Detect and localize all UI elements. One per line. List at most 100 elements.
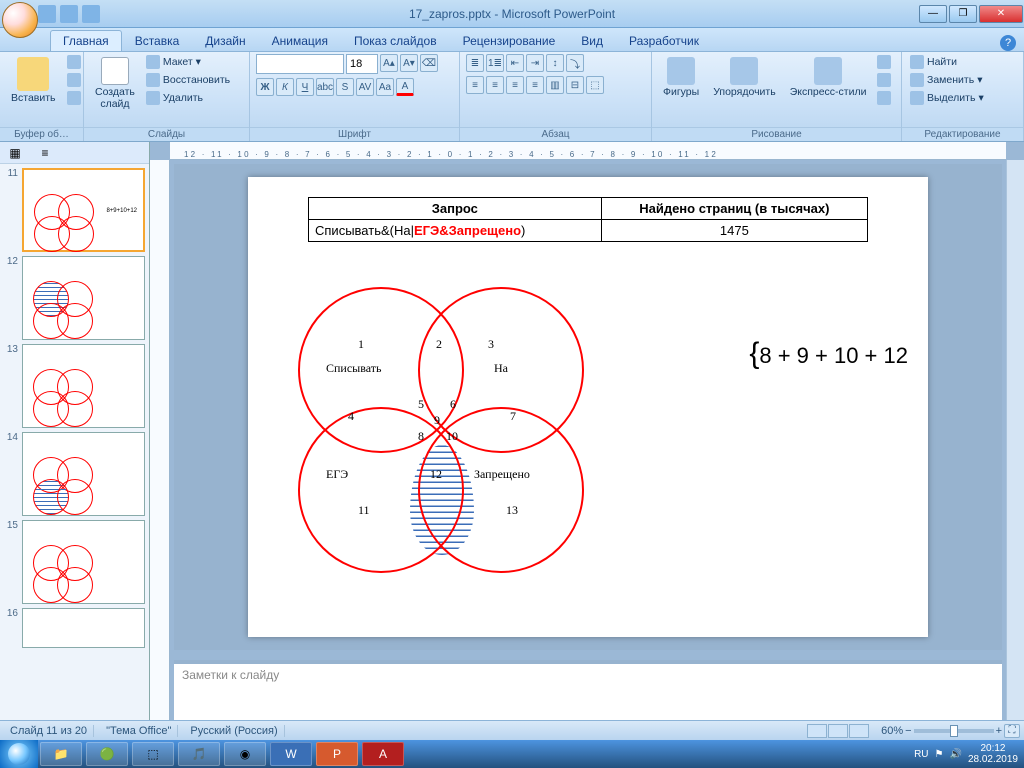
task-chrome-icon[interactable]: ◉ <box>224 742 266 766</box>
slide-editor[interactable]: ЗапросНайдено страниц (в тысячах) Списыв… <box>248 177 928 637</box>
zoom-in-icon[interactable]: + <box>996 725 1002 737</box>
tray-volume-icon[interactable]: 🔊 <box>949 749 961 760</box>
office-button[interactable] <box>2 2 38 38</box>
task-pdf-icon[interactable]: A <box>362 742 404 766</box>
columns-icon[interactable]: ▥ <box>546 76 564 94</box>
redo-icon[interactable] <box>82 5 100 23</box>
task-360-icon[interactable]: 🟢 <box>86 742 128 766</box>
tray-lang[interactable]: RU <box>914 749 928 760</box>
thumb-slide-12[interactable] <box>22 256 145 340</box>
strike-button[interactable]: abc <box>316 78 334 96</box>
set-a-label: Списывать <box>326 361 381 376</box>
smartart-icon[interactable]: ⬚ <box>586 76 604 94</box>
save-icon[interactable] <box>38 5 56 23</box>
shape-outline-icon[interactable] <box>875 72 893 88</box>
shrink-font-icon[interactable]: A▾ <box>400 54 418 72</box>
thumb-slide-14[interactable] <box>22 432 145 516</box>
font-color-icon[interactable]: A <box>396 78 414 96</box>
font-name-input[interactable] <box>256 54 344 74</box>
thumb-slide-13[interactable] <box>22 344 145 428</box>
bold-button[interactable]: Ж <box>256 78 274 96</box>
shape-fill-icon[interactable] <box>875 54 893 70</box>
thumb-slide-16[interactable] <box>22 608 145 648</box>
region-11: 11 <box>358 503 370 518</box>
align-right-icon[interactable]: ≡ <box>506 76 524 94</box>
shape-effects-icon[interactable] <box>875 90 893 106</box>
delete-slide-button[interactable]: Удалить <box>144 90 232 106</box>
task-music-icon[interactable]: 🎵 <box>178 742 220 766</box>
arrange-button[interactable]: Упорядочить <box>708 54 780 102</box>
reset-button[interactable]: Восстановить <box>144 72 232 88</box>
task-powerpoint-icon[interactable]: P <box>316 742 358 766</box>
window-title: 17_zapros.pptx - Microsoft PowerPoint <box>409 7 615 21</box>
copy-button[interactable] <box>65 72 83 88</box>
vertical-scrollbar[interactable] <box>1006 160 1024 720</box>
tab-design[interactable]: Дизайн <box>192 30 258 51</box>
indent-dec-icon[interactable]: ⇤ <box>506 54 524 72</box>
text-direction-icon[interactable]: ⤵ <box>566 54 584 72</box>
fit-zoom-icon[interactable]: ⛶ <box>1004 724 1020 738</box>
layout-button[interactable]: Макет ▾ <box>144 54 232 70</box>
tray-flag-icon[interactable]: ⚑ <box>935 749 944 760</box>
tab-home[interactable]: Главная <box>50 30 122 51</box>
undo-icon[interactable] <box>60 5 78 23</box>
task-explorer-icon[interactable]: 📁 <box>40 742 82 766</box>
cut-button[interactable] <box>65 54 83 70</box>
region-6: 6 <box>450 397 456 412</box>
underline-button[interactable]: Ч <box>296 78 314 96</box>
indent-inc-icon[interactable]: ⇥ <box>526 54 544 72</box>
new-slide-button[interactable]: Создать слайд <box>90 54 140 113</box>
tab-insert[interactable]: Вставка <box>122 30 193 51</box>
thumb-slide-11[interactable]: 8+9+10+12 <box>22 168 145 252</box>
zoom-out-icon[interactable]: − <box>905 725 911 737</box>
tab-review[interactable]: Рецензирование <box>450 30 569 51</box>
change-case-icon[interactable]: Aa <box>376 78 394 96</box>
numbering-icon[interactable]: 1≣ <box>486 54 504 72</box>
zoom-slider[interactable] <box>914 729 994 733</box>
maximize-button[interactable]: ❐ <box>949 5 977 23</box>
thumb-number: 11 <box>4 168 18 252</box>
shadow-button[interactable]: S <box>336 78 354 96</box>
char-spacing-icon[interactable]: AV <box>356 78 374 96</box>
bullets-icon[interactable]: ≣ <box>466 54 484 72</box>
group-editing-label: Редактирование <box>902 127 1023 141</box>
notes-pane[interactable]: Заметки к слайду <box>174 660 1002 720</box>
align-left-icon[interactable]: ≡ <box>466 76 484 94</box>
sorter-view-icon[interactable] <box>828 724 848 738</box>
grow-font-icon[interactable]: A▴ <box>380 54 398 72</box>
tab-developer[interactable]: Разработчик <box>616 30 712 51</box>
slideshow-view-icon[interactable] <box>849 724 869 738</box>
group-paragraph-label: Абзац <box>460 127 651 141</box>
replace-button[interactable]: Заменить ▾ <box>908 72 986 88</box>
font-size-input[interactable] <box>346 54 378 74</box>
clear-format-icon[interactable]: ⌫ <box>420 54 438 72</box>
task-word-icon[interactable]: W <box>270 742 312 766</box>
select-button[interactable]: Выделить ▾ <box>908 90 986 106</box>
line-spacing-icon[interactable]: ↕ <box>546 54 564 72</box>
start-button[interactable] <box>0 740 38 768</box>
region-9: 9 <box>434 413 440 428</box>
format-painter-button[interactable] <box>65 90 83 106</box>
find-button[interactable]: Найти <box>908 54 986 70</box>
slides-tab-icon[interactable]: ▦ <box>0 142 30 163</box>
shapes-button[interactable]: Фигуры <box>658 54 704 102</box>
align-center-icon[interactable]: ≡ <box>486 76 504 94</box>
normal-view-icon[interactable] <box>807 724 827 738</box>
italic-button[interactable]: К <box>276 78 294 96</box>
quick-styles-button[interactable]: Экспресс-стили <box>785 54 872 102</box>
zoom-control[interactable]: 60% − + ⛶ <box>881 724 1020 738</box>
thumb-slide-15[interactable] <box>22 520 145 604</box>
outline-tab-icon[interactable]: ≡ <box>30 142 60 163</box>
paste-button[interactable]: Вставить <box>6 54 61 108</box>
help-icon[interactable]: ? <box>1000 35 1016 51</box>
minimize-button[interactable]: — <box>919 5 947 23</box>
align-text-icon[interactable]: ⊟ <box>566 76 584 94</box>
tab-slideshow[interactable]: Показ слайдов <box>341 30 450 51</box>
venn-diagram: 1 2 3 4 5 6 7 8 9 10 11 12 13 Списывать … <box>278 267 608 597</box>
task-app-icon[interactable]: ⬚ <box>132 742 174 766</box>
tab-animation[interactable]: Анимация <box>259 30 341 51</box>
tab-view[interactable]: Вид <box>568 30 616 51</box>
close-button[interactable]: ✕ <box>979 5 1023 23</box>
justify-icon[interactable]: ≡ <box>526 76 544 94</box>
tray-clock[interactable]: 20:1228.02.2019 <box>968 743 1018 765</box>
